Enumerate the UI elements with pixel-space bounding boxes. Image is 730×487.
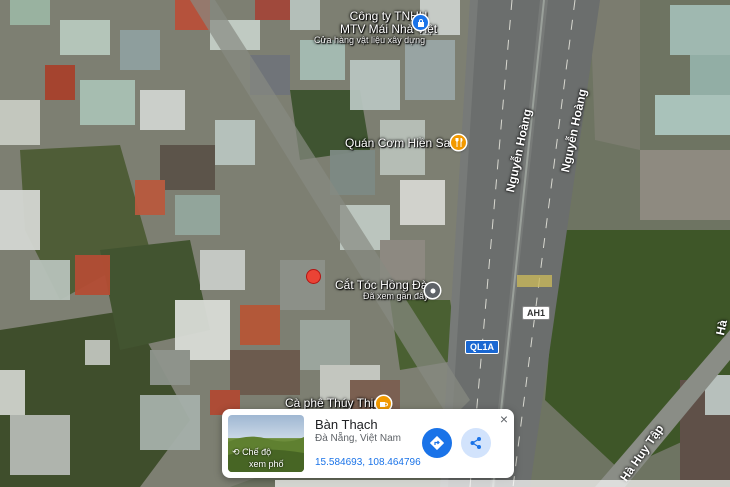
- shopping-bag-icon[interactable]: [413, 15, 428, 30]
- street-view-label-1: Chế độ: [242, 447, 272, 457]
- poi-label-quan-com-hien-sang[interactable]: Quán Cơm Hiền Sang: [345, 136, 464, 150]
- poi-name: Cà phê Thúy Thịnh: [285, 396, 387, 410]
- street-view-thumbnail[interactable]: ⟲ Chế độ xem phố: [228, 415, 304, 472]
- street-view-label-line-2: xem phố: [249, 459, 284, 469]
- poi-subtitle: Đã xem gần đây: [363, 291, 429, 302]
- place-region: Đà Nẵng, Việt Nam: [315, 433, 401, 444]
- street-view-icon: ⟲: [232, 447, 240, 457]
- restaurant-icon[interactable]: [451, 135, 466, 150]
- directions-icon: [430, 436, 444, 450]
- map-attribution: [275, 480, 730, 487]
- poi-name: Quán Cơm Hiền Sang: [345, 136, 464, 150]
- share-button[interactable]: [461, 428, 491, 458]
- poi-label-cat-toc-hong-dao[interactable]: Cắt Tóc Hồng Đào Đã xem gần đây: [335, 278, 434, 302]
- poi-subtitle: Cửa hàng vật liệu xây dựng: [314, 35, 426, 46]
- place-name: Bàn Thạch: [315, 417, 378, 432]
- directions-button[interactable]: [422, 428, 452, 458]
- place-coordinates[interactable]: 15.584693, 108.464796: [315, 457, 421, 468]
- route-shield-ql1a: QL1A: [465, 340, 500, 354]
- street-view-label: ⟲ Chế độ: [232, 447, 271, 458]
- selected-location-marker[interactable]: [307, 270, 320, 283]
- place-info-card: ⟲ Chế độ xem phố Bàn Thạch Đà Nẵng, Việt…: [222, 409, 514, 478]
- close-button[interactable]: ×: [496, 411, 512, 427]
- share-icon: [470, 437, 481, 449]
- route-shield-ah1: AH1: [522, 306, 551, 320]
- recent-place-icon[interactable]: [425, 283, 440, 298]
